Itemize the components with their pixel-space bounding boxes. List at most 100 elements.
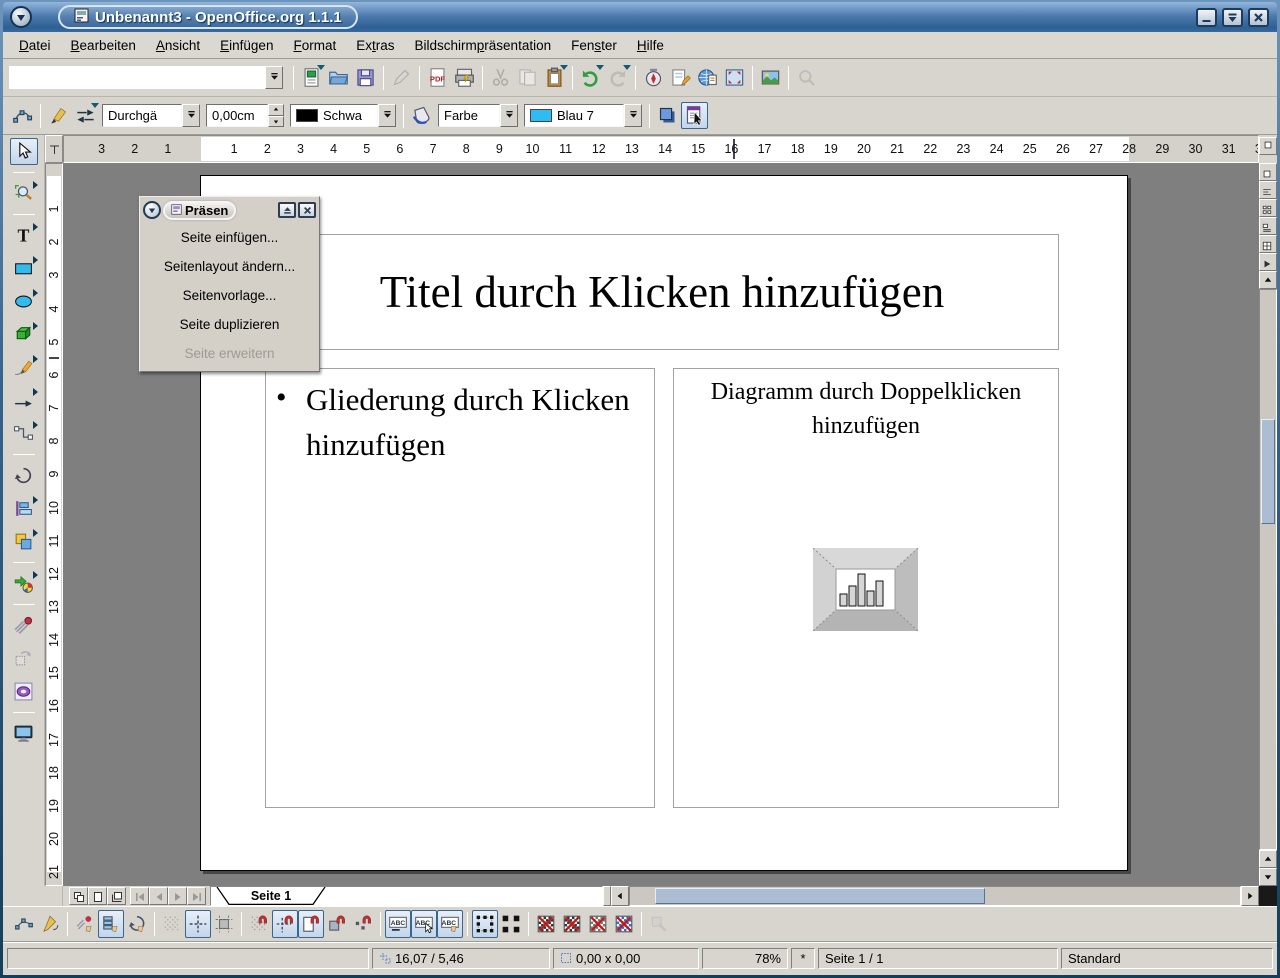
palette-title-bar[interactable]: Präsen: [140, 197, 319, 223]
palette-menu-button[interactable]: [143, 201, 161, 219]
menu-bildschirmpraesentation[interactable]: Bildschirmpräsentation: [405, 34, 562, 57]
status-position-field[interactable]: 16,07 / 5,46: [372, 948, 550, 969]
minimize-button[interactable]: [1196, 8, 1217, 27]
allow-effects-toggle[interactable]: [72, 910, 98, 938]
quick-edit-toggle[interactable]: ABC: [385, 910, 411, 938]
curve-tool[interactable]: [10, 354, 38, 381]
menu-ansicht[interactable]: Ansicht: [146, 34, 210, 57]
snap-grid-toggle[interactable]: [246, 910, 272, 938]
effects-tool[interactable]: [10, 612, 38, 639]
snap-frame-toggle[interactable]: [324, 910, 350, 938]
menu-format[interactable]: Format: [283, 34, 346, 57]
palette-item-4[interactable]: Seite duplizieren: [140, 310, 319, 339]
line-dialog-button[interactable]: [45, 102, 72, 129]
menu-fenster[interactable]: Fenster: [561, 34, 627, 57]
master-mode-button[interactable]: [88, 887, 107, 905]
simple-handles-toggle[interactable]: [472, 910, 498, 938]
line-width-value[interactable]: 0,00cm: [206, 104, 268, 127]
navigator-button[interactable]: [640, 64, 667, 91]
vertical-scrollbar[interactable]: [1259, 289, 1277, 850]
title-placeholder[interactable]: Titel durch Klicken hinzufügen: [265, 234, 1059, 350]
menu-hilfe[interactable]: Hilfe: [627, 34, 674, 57]
open-button[interactable]: [325, 64, 352, 91]
status-size-field[interactable]: 0,00 x 0,00: [553, 948, 699, 969]
cut-button[interactable]: [487, 64, 514, 91]
vertical-ruler[interactable]: 123456789101112131415161718192021: [45, 163, 63, 886]
tab-scroll-splitter[interactable]: [603, 886, 611, 906]
edit-points-button[interactable]: [9, 102, 36, 129]
zoom-tool[interactable]: [10, 180, 38, 207]
select-text-area-toggle[interactable]: ABC: [411, 910, 437, 938]
scroll-up-button[interactable]: [1259, 271, 1277, 289]
hyperlink-button[interactable]: [694, 64, 721, 91]
save-button[interactable]: [352, 64, 379, 91]
scroll-right-button[interactable]: [1241, 886, 1259, 906]
paste-button[interactable]: [541, 64, 568, 91]
arrow-style-button[interactable]: [72, 102, 99, 129]
rotate-click-toggle[interactable]: [124, 910, 150, 938]
copy-button[interactable]: [514, 64, 541, 91]
alignment-tool[interactable]: [10, 495, 38, 522]
shade-button[interactable]: [1222, 8, 1243, 27]
area-color-dropdown[interactable]: [624, 104, 642, 127]
menu-bearbeiten[interactable]: Bearbeiten: [61, 34, 146, 57]
next-page-button[interactable]: [168, 887, 187, 905]
redo-button[interactable]: [604, 64, 631, 91]
edit-points-toggle[interactable]: [11, 910, 37, 938]
url-dropdown-button[interactable]: [265, 66, 283, 89]
last-page-button[interactable]: [187, 887, 206, 905]
print-button[interactable]: [451, 64, 478, 91]
horizontal-scroll-track[interactable]: [629, 886, 1241, 906]
status-template-field[interactable]: Standard: [1061, 948, 1273, 969]
palette-item-3[interactable]: Seitenvorlage...: [140, 281, 319, 310]
palette-item-2[interactable]: Seitenlayout ändern...: [140, 252, 319, 281]
dblclick-text-toggle[interactable]: ABC: [437, 910, 463, 938]
horizontal-scroll-thumb[interactable]: [655, 888, 985, 904]
menu-extras[interactable]: Extras: [346, 34, 404, 57]
ruler-origin-box[interactable]: [45, 135, 63, 163]
area-dialog-button[interactable]: [408, 102, 435, 129]
snap-points-toggle[interactable]: [350, 910, 376, 938]
presentation-box-toggle[interactable]: [681, 102, 708, 129]
3d-controller-tool[interactable]: [10, 678, 38, 705]
line-style-dropdown[interactable]: [182, 104, 200, 127]
insert-tool[interactable]: [10, 570, 38, 597]
tab-seite-1[interactable]: Seite 1: [213, 887, 329, 905]
export-pdf-button[interactable]: PDF: [424, 64, 451, 91]
drawing-view-button[interactable]: [1259, 163, 1277, 181]
page-mode-button[interactable]: [69, 887, 88, 905]
prev-page-button[interactable]: [149, 887, 168, 905]
spin-down-button[interactable]: [268, 116, 284, 128]
line-color-field[interactable]: Schwa: [290, 104, 378, 127]
rotation-mode-toggle[interactable]: [37, 910, 63, 938]
connector-tool[interactable]: [10, 420, 38, 447]
chart-placeholder[interactable]: Diagramm durch Doppelklicken hinzufügen: [673, 368, 1059, 808]
outline-view-button[interactable]: [1259, 181, 1277, 199]
start-presentation-button[interactable]: [1259, 253, 1277, 271]
palette-close-button[interactable]: [298, 202, 316, 218]
status-zoom-field[interactable]: 78%: [702, 948, 788, 969]
snap-snaplines-toggle[interactable]: [272, 910, 298, 938]
status-page-field[interactable]: Seite 1 / 1: [818, 948, 1058, 969]
close-button[interactable]: [1248, 8, 1269, 27]
edit-file-button[interactable]: [388, 64, 415, 91]
slides-view-button[interactable]: [1259, 199, 1277, 217]
guides-moving-toggle[interactable]: [211, 910, 237, 938]
outline-placeholder[interactable]: • Gliederung durch Klicken hinzufügen: [265, 368, 655, 808]
interaction-tool[interactable]: [10, 645, 38, 672]
allow-interaction-toggle[interactable]: [98, 910, 124, 938]
exit-group-button[interactable]: [646, 910, 672, 938]
show-snaplines-toggle[interactable]: [185, 910, 211, 938]
horizontal-ruler[interactable]: 1231234567891011121314151617181920212223…: [63, 135, 1259, 163]
slide-page[interactable]: Titel durch Klicken hinzufügen • Glieder…: [200, 175, 1128, 871]
search-button[interactable]: [793, 64, 820, 91]
line-style-value[interactable]: Durchgä: [102, 104, 182, 127]
line-color-dropdown[interactable]: [378, 104, 396, 127]
zoom-button[interactable]: [721, 64, 748, 91]
area-style-dropdown[interactable]: [500, 104, 518, 127]
gallery-button[interactable]: [757, 64, 784, 91]
notes-view-button[interactable]: [1259, 217, 1277, 235]
scroll-left-button[interactable]: [611, 886, 629, 906]
scroll-down-button[interactable]: [1259, 868, 1277, 886]
ellipse-tool[interactable]: [10, 288, 38, 315]
